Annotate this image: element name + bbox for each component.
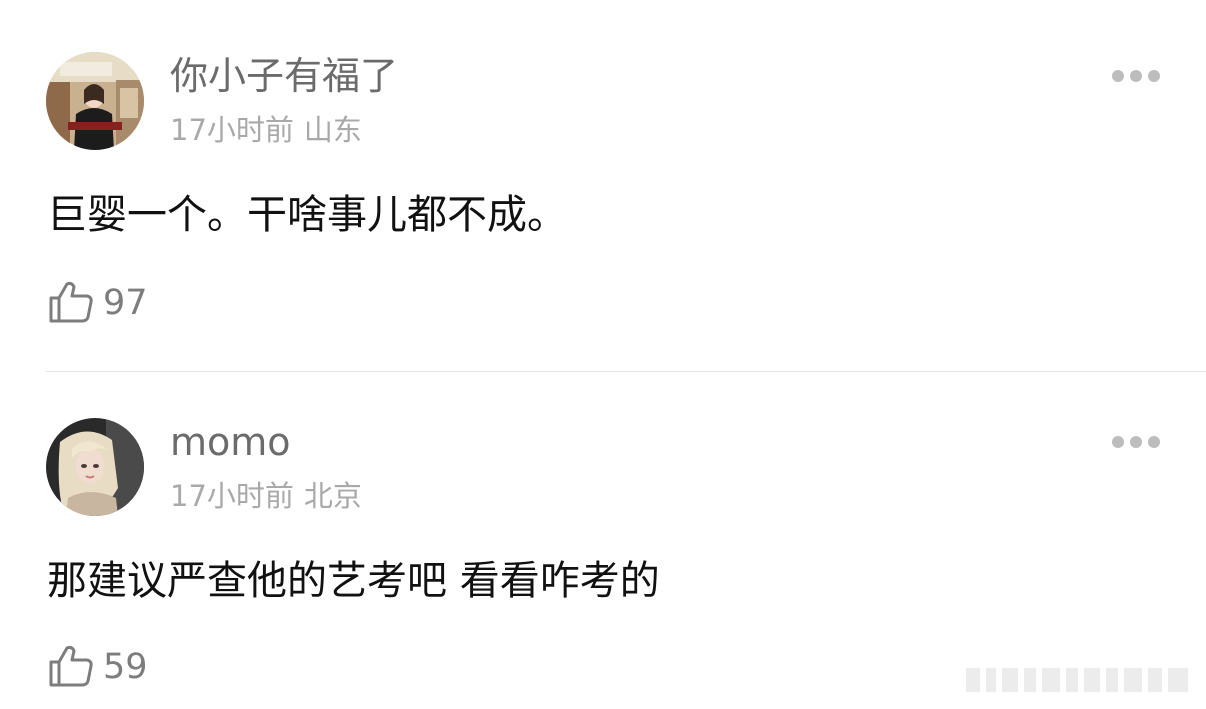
- comment-location: 北京: [303, 479, 362, 513]
- comment-location: 山东: [303, 113, 362, 147]
- comment-text: 巨婴一个。干啥事儿都不成。: [47, 192, 567, 238]
- like-count: 59: [103, 647, 148, 687]
- user-avatar[interactable]: [46, 52, 144, 150]
- avatar-photo: [46, 418, 144, 516]
- thumbs-up-icon: [49, 645, 93, 687]
- comment-time: 17小时前: [170, 113, 294, 147]
- thumbs-up-icon: [49, 281, 93, 323]
- more-dots-icon[interactable]: [1112, 70, 1160, 82]
- watermark-pattern: [966, 668, 1188, 692]
- comment-time: 17小时前: [170, 479, 294, 513]
- comment-meta: 17小时前 北京: [170, 482, 362, 511]
- more-dots-icon[interactable]: [1112, 436, 1160, 448]
- user-avatar[interactable]: [46, 418, 144, 516]
- like-button[interactable]: 97: [48, 280, 168, 326]
- comment-item: momo 17小时前 北京 那建议严查他的艺考吧 看看咋考的 59: [0, 372, 1206, 709]
- username[interactable]: momo: [170, 423, 291, 461]
- comment-text: 那建议严查他的艺考吧 看看咋考的: [47, 558, 660, 604]
- avatar-photo: [46, 52, 144, 150]
- like-count: 97: [103, 283, 148, 323]
- comment-item: 你小子有福了 17小时前 山东 巨婴一个。干啥事儿都不成。 97: [0, 0, 1206, 371]
- like-button[interactable]: 59: [48, 644, 168, 690]
- comment-meta: 17小时前 山东: [170, 116, 362, 145]
- username[interactable]: 你小子有福了: [170, 57, 398, 95]
